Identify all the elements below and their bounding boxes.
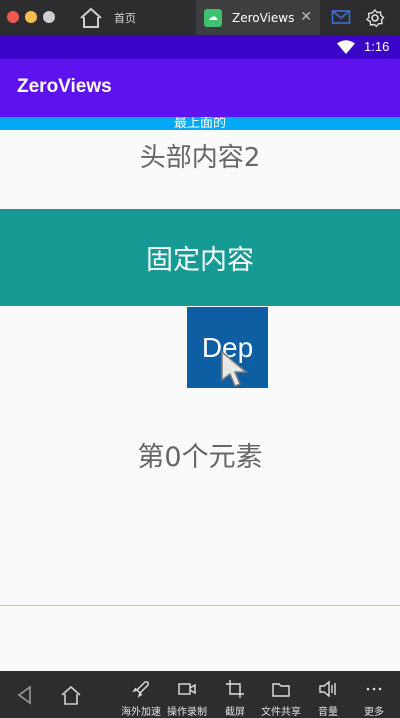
status-bar: 1:16 [0,35,400,59]
toolbar-label: 操作录制 [167,707,207,718]
close-window-button[interactable] [7,11,19,23]
fixed-content-text: 固定内容 [146,245,254,276]
tab-app-label: ZeroViews [232,10,295,25]
fixed-content-banner: 固定内容 [0,209,400,306]
folder-icon [272,683,290,697]
video-icon [178,683,196,695]
toolbar-label: 更多 [364,707,384,718]
toolbar-item-more[interactable]: 更多 [364,671,384,718]
app-title: ZeroViews [17,76,112,97]
rocket-icon [132,681,149,698]
back-icon[interactable] [15,685,35,705]
zoom-window-button[interactable] [43,11,55,23]
toolbar-item-screenshot[interactable]: 截屏 [225,671,245,718]
content-area[interactable]: 最上面的 头部内容2 固定内容 Dep 第0个元素 [0,117,400,671]
divider [0,605,400,606]
status-time: 1:16 [364,39,390,54]
tab-zeroviews[interactable]: ☁ ZeroViews ✕ [196,0,320,35]
close-tab-icon[interactable]: ✕ [300,9,312,25]
wifi-icon [337,40,355,54]
tab-home[interactable]: 首页 [68,0,194,35]
toolbar-label: 截屏 [225,707,245,718]
toolbar-item-volume[interactable]: 音量 [318,671,338,718]
minimize-window-button[interactable] [25,11,37,23]
top-strip: 最上面的 [0,117,400,130]
mail-icon[interactable] [331,9,351,25]
toolbar-label: 文件共享 [261,707,301,718]
app-bar: ZeroViews [0,59,400,117]
home-icon [80,7,102,28]
toolbar-item-record[interactable]: 操作录制 [167,671,207,718]
window-title-bar: 首页 ☁ ZeroViews ✕ [0,0,400,35]
crop-icon [226,680,244,698]
toolbar-item-file-share[interactable]: 文件共享 [261,671,301,718]
speaker-icon [319,680,336,698]
home-nav-icon[interactable] [60,684,82,706]
app-icon: ☁ [204,8,222,27]
toolbar-item-accelerate[interactable]: 海外加速 [121,671,161,718]
more-icon [366,687,382,691]
mouse-cursor-icon [221,350,249,387]
list-item[interactable]: 第0个元素 [0,435,400,474]
toolbar-label: 音量 [318,707,338,718]
gear-icon[interactable] [365,8,385,28]
top-strip-text: 最上面的 [173,117,226,130]
emulator-toolbar: 海外加速 操作录制 截屏 文件共享 音量 更多 [0,671,400,718]
toolbar-label: 海外加速 [121,707,161,718]
tab-home-label: 首页 [114,11,136,25]
header-text: 头部内容2 [139,143,261,173]
